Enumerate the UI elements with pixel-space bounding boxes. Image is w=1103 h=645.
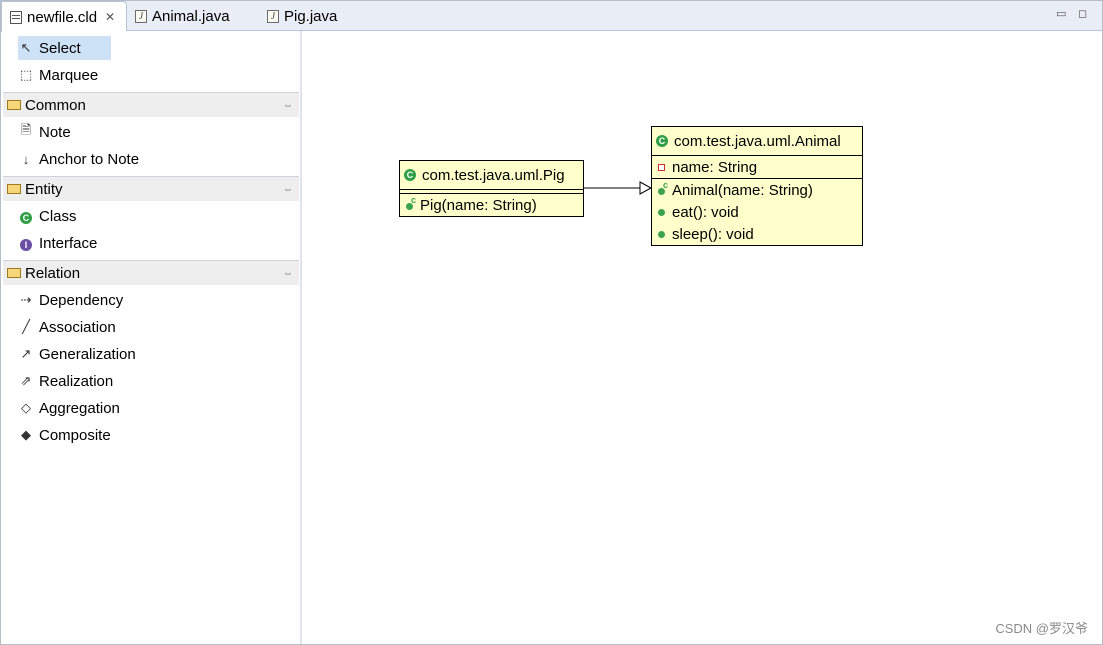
method-row: eat(): void [652, 201, 862, 223]
class-icon: C [18, 209, 34, 224]
tool-label: Realization [39, 372, 114, 390]
anchor-to-note-tool[interactable]: ↓ Anchor to Note [18, 147, 139, 171]
class-header: C com.test.java.uml.Animal [652, 127, 862, 155]
pin-icon[interactable]: ⇔ [283, 100, 293, 111]
folder-open-icon [7, 100, 21, 110]
attribute-row: name: String [652, 156, 862, 178]
class-diagram-file-icon [10, 10, 22, 24]
java-file-icon: J [267, 9, 279, 23]
folder-open-icon [7, 184, 21, 194]
class-icon: C [404, 169, 416, 181]
generalization-tool[interactable]: ↗ Generalization [18, 342, 136, 366]
method-compartment: Pig(name: String) [400, 193, 583, 216]
class-tool[interactable]: C Class [18, 204, 77, 228]
class-name: com.test.java.uml.Pig [422, 166, 565, 184]
method-text: Animal(name: String) [672, 181, 813, 199]
composite-icon: ◆ [21, 427, 31, 442]
note-tool[interactable]: 🗎 Note [18, 120, 71, 144]
drawer-relation[interactable]: Relation ⇔ [3, 260, 299, 285]
class-box-animal[interactable]: C com.test.java.uml.Animal name: String … [651, 126, 863, 246]
maximize-icon[interactable]: ◻ [1078, 7, 1087, 20]
note-icon: 🗎 [20, 122, 32, 137]
tool-label: Marquee [39, 66, 99, 84]
anchor-arrow-icon: ↓ [22, 151, 30, 167]
arrow-pointer-icon: ↖ [20, 40, 32, 55]
attribute-compartment: name: String [652, 155, 862, 178]
realization-tool[interactable]: ⇗ Realization [18, 369, 114, 393]
tool-label: Dependency [39, 291, 124, 309]
tool-label: Select [39, 39, 81, 57]
dependency-icon: ⇢ [20, 292, 32, 307]
tool-label: Anchor to Note [39, 150, 140, 168]
folder-open-icon [7, 268, 21, 278]
relation-layer [584, 181, 653, 195]
method-text: eat(): void [672, 203, 739, 221]
class-icon: C [656, 135, 668, 147]
select-tool[interactable]: ↖ Select [18, 36, 111, 60]
constructor-icon [406, 195, 416, 210]
marquee-icon: ⬚ [19, 67, 33, 82]
method-compartment: Animal(name: String) eat(): void sleep()… [652, 178, 862, 245]
association-icon: ╱ [22, 319, 30, 334]
close-icon[interactable]: ✕ [105, 10, 115, 24]
composite-tool[interactable]: ◆ Composite [18, 423, 111, 447]
interface-icon: I [18, 236, 34, 251]
drawer-entity[interactable]: Entity ⇔ [3, 176, 299, 201]
method-row: Pig(name: String) [400, 194, 583, 216]
tab-animal-java[interactable]: J Animal.java [127, 1, 247, 31]
class-box-pig[interactable]: C com.test.java.uml.Pig Pig(name: String… [399, 160, 584, 217]
class-name: com.test.java.uml.Animal [674, 132, 841, 150]
tool-label: Class [39, 207, 77, 225]
realization-icon: ⇗ [20, 373, 32, 388]
tool-label: Note [39, 123, 71, 141]
java-file-icon: J [135, 9, 147, 23]
editor-window: newfile.cld ✕ J Animal.java J Pig.java ▭… [0, 0, 1103, 645]
association-tool[interactable]: ╱ Association [18, 315, 116, 339]
method-text: Pig(name: String) [420, 196, 537, 214]
tab-label: Animal.java [152, 7, 230, 25]
public-method-icon [658, 230, 665, 238]
drawer-label: Entity [25, 180, 63, 198]
tab-label: newfile.cld [27, 8, 98, 26]
tool-label: Association [39, 318, 116, 336]
interface-tool[interactable]: I Interface [18, 231, 97, 255]
drawer-common[interactable]: Common ⇔ [3, 92, 299, 117]
tool-label: Generalization [39, 345, 136, 363]
method-text: sleep(): void [672, 225, 754, 243]
palette: ↖ Select ⬚ Marquee Common ⇔ 🗎 Note ↓ Anc… [2, 31, 301, 644]
tool-label: Composite [39, 426, 111, 444]
generalization-icon: ↗ [20, 346, 32, 361]
diagram-canvas[interactable]: C com.test.java.uml.Pig Pig(name: String… [303, 31, 1102, 644]
watermark: CSDN @罗汉爷 [995, 621, 1088, 636]
aggregation-icon: ◇ [21, 400, 31, 415]
aggregation-tool[interactable]: ◇ Aggregation [18, 396, 120, 420]
tab-label: Pig.java [284, 7, 338, 25]
dependency-tool[interactable]: ⇢ Dependency [18, 288, 124, 312]
generalization-arrow[interactable] [584, 181, 653, 195]
method-row: Animal(name: String) [652, 179, 862, 201]
constructor-icon [658, 180, 668, 195]
tool-label: Aggregation [39, 399, 120, 417]
drawer-label: Relation [25, 264, 81, 282]
tool-label: Interface [39, 234, 98, 252]
marquee-tool[interactable]: ⬚ Marquee [18, 63, 98, 87]
pin-icon[interactable]: ⇔ [283, 184, 293, 195]
editor-tab-bar: newfile.cld ✕ J Animal.java J Pig.java ▭… [1, 1, 1102, 32]
attribute-text: name: String [672, 158, 758, 176]
drawer-label: Common [25, 96, 86, 114]
public-method-icon [658, 208, 665, 216]
minimize-icon[interactable]: ▭ [1056, 7, 1066, 20]
pin-icon[interactable]: ⇔ [283, 268, 293, 279]
tab-newfile-cld[interactable]: newfile.cld ✕ [1, 1, 127, 32]
palette-splitter[interactable] [300, 31, 302, 644]
method-row: sleep(): void [652, 223, 862, 245]
private-field-icon [658, 163, 665, 171]
tab-pig-java[interactable]: J Pig.java [259, 1, 359, 31]
class-header: C com.test.java.uml.Pig [400, 161, 583, 189]
